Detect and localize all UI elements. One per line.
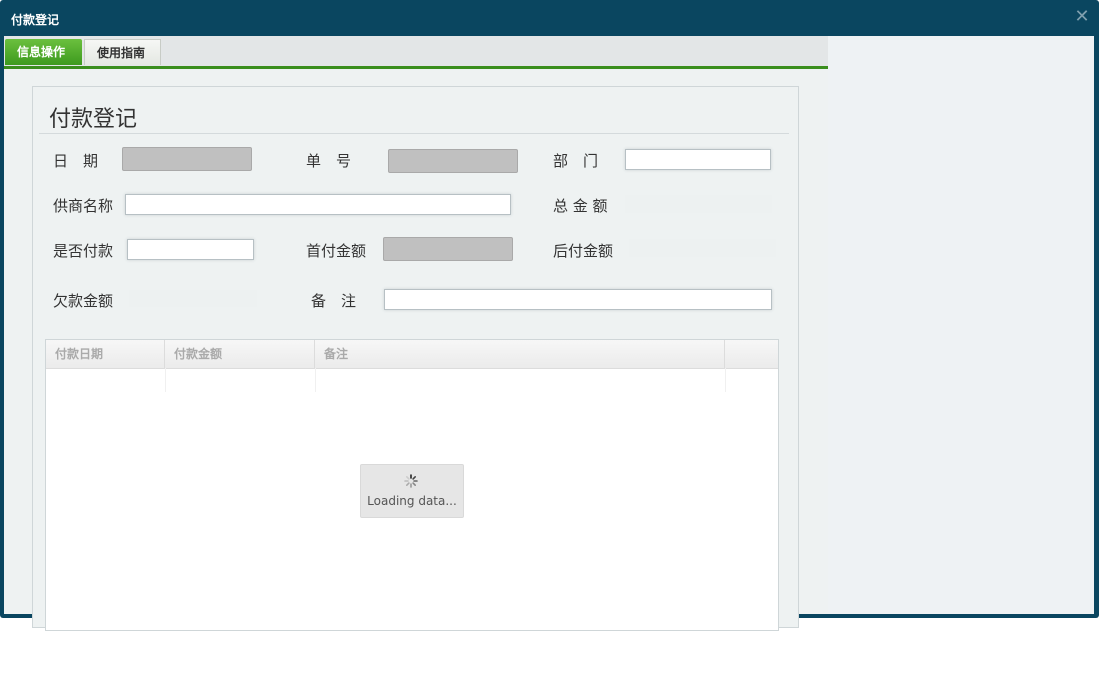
loading-text: Loading data... (367, 494, 457, 508)
tab-info-operation[interactable]: 信息操作 (5, 39, 82, 65)
is-paid-label: 是否付款 (53, 242, 114, 260)
supplier-name-field[interactable] (125, 194, 511, 215)
debt-amount-label: 欠款金额 (53, 292, 114, 310)
column-header-payment-amount[interactable]: 付款金额 (165, 340, 315, 368)
date-field[interactable] (122, 147, 252, 171)
close-icon[interactable]: ✕ (1073, 8, 1091, 26)
total-amount-field[interactable] (625, 195, 772, 213)
later-payment-field[interactable] (629, 239, 776, 257)
grid-header: 付款日期 付款金额 备注 (46, 340, 778, 369)
dialog-window: 付款登记 ✕ 信息操作 使用指南 付款登记 日 期 单 号 部 门 供商名称 总… (0, 0, 1099, 631)
right-pane (828, 36, 1094, 614)
tab-bar: 信息操作 使用指南 (4, 36, 828, 69)
is-paid-field[interactable] (127, 239, 254, 260)
dialog-body: 信息操作 使用指南 付款登记 日 期 单 号 部 门 供商名称 总 金 额 是否… (4, 36, 1094, 631)
titlebar[interactable]: 付款登记 ✕ (0, 0, 1099, 36)
total-amount-label: 总 金 额 (553, 197, 608, 215)
tab-user-guide[interactable]: 使用指南 (84, 39, 161, 65)
form-panel: 付款登记 日 期 单 号 部 门 供商名称 总 金 额 是否付款 首付金额 后付… (32, 86, 799, 631)
form-title: 付款登记 (49, 107, 138, 132)
loading-spinner-icon (404, 474, 418, 488)
column-header-remark[interactable]: 备注 (315, 340, 725, 368)
loading-mask: Loading data... (360, 464, 464, 518)
first-payment-label: 首付金额 (306, 242, 367, 260)
debt-amount-field[interactable] (129, 290, 257, 307)
order-no-label: 单 号 (306, 152, 352, 170)
divider (39, 133, 789, 134)
department-field[interactable] (625, 149, 771, 170)
date-label: 日 期 (53, 152, 99, 170)
first-payment-field[interactable] (383, 237, 513, 261)
payment-grid: 付款日期 付款金额 备注 Loading data... (45, 339, 779, 631)
remark-field[interactable] (384, 289, 772, 310)
remark-label: 备 注 (311, 292, 357, 310)
column-divider (315, 368, 316, 392)
order-no-field[interactable] (388, 149, 518, 173)
supplier-name-label: 供商名称 (53, 197, 114, 215)
column-divider (165, 368, 166, 392)
later-payment-label: 后付金额 (553, 242, 614, 260)
column-divider (725, 368, 726, 392)
department-label: 部 门 (553, 152, 599, 170)
column-header-payment-date[interactable]: 付款日期 (46, 340, 165, 368)
window-title: 付款登记 (11, 13, 60, 27)
